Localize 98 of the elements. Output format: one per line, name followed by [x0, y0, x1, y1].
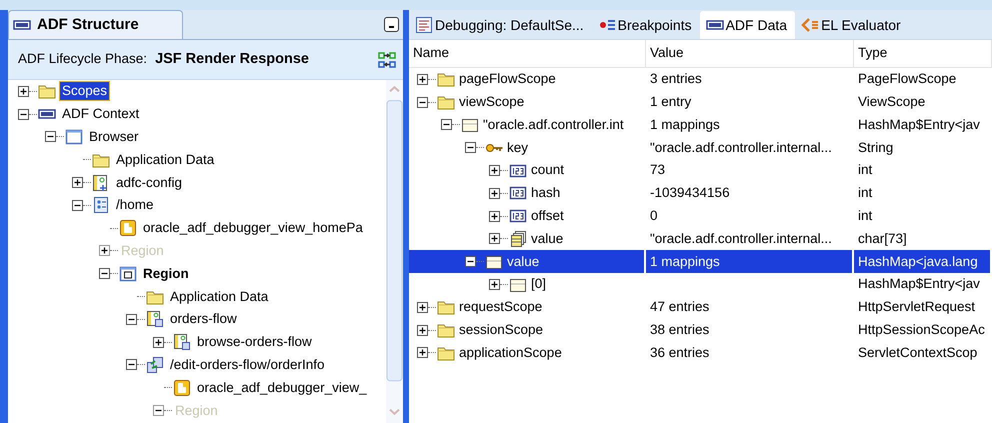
collapse-icon[interactable] — [417, 96, 428, 108]
type-cell-text: ViewScope — [857, 93, 926, 112]
collapse-icon[interactable] — [126, 314, 137, 325]
expand-icon[interactable] — [18, 86, 29, 97]
expand-icon[interactable] — [417, 302, 428, 313]
collapse-icon[interactable] — [465, 142, 476, 154]
column-header[interactable]: Value — [646, 40, 854, 68]
name-text: key — [507, 138, 528, 157]
value-cell-text: -1039434156 — [649, 184, 731, 202]
tree-item[interactable]: /edit-orders-flow/orderInfo — [168, 356, 327, 374]
tree-item[interactable]: Region — [141, 264, 191, 283]
type-cell: HashMap<java.lang — [854, 250, 992, 274]
name-text: requestScope — [459, 298, 542, 316]
name-text: applicationScope — [459, 344, 562, 362]
value-cell-text: 3 entries — [649, 70, 703, 88]
array-icon — [509, 230, 527, 248]
value-cell-text: 0 — [649, 207, 659, 226]
name-text: value — [531, 230, 564, 248]
tree-item[interactable]: browse-orders-flow — [195, 333, 314, 352]
exchange-icon — [146, 356, 164, 374]
type-cell-text: HashMap$Entry<jav — [857, 116, 981, 134]
type-cell-text: String — [857, 138, 894, 157]
collapse-icon[interactable] — [99, 268, 110, 280]
tree-item[interactable]: oracle_adf_debugger_view_homePa — [141, 219, 365, 238]
collapse-icon[interactable] — [18, 108, 29, 120]
type-cell-text: ServletContextScop — [857, 344, 978, 362]
type-cell-text: int — [857, 207, 874, 226]
column-header[interactable]: Type — [854, 40, 992, 68]
value-cell-text: 36 entries — [649, 344, 710, 362]
name-text: [0] — [531, 275, 546, 294]
name-text: viewScope — [459, 93, 524, 112]
chevron-icon — [801, 16, 820, 34]
tree-item[interactable]: Application Data — [114, 150, 216, 169]
value-cell-text: "oracle.adf.controller.internal... — [649, 230, 833, 248]
value-cell-text: "oracle.adf.controller.internal... — [649, 138, 833, 157]
type-cell-text: PageFlowScope — [857, 70, 958, 88]
type-cell-text: int — [857, 184, 874, 202]
value-cell-text: 38 entries — [649, 321, 710, 340]
value-cell: 1 mappings — [646, 250, 854, 274]
value-cell-text: 1 mappings — [649, 116, 721, 134]
tree-item[interactable]: ADF Context — [60, 105, 142, 124]
name-text: sessionScope — [459, 321, 544, 340]
tree-item[interactable]: adfc-config — [114, 174, 184, 192]
diagram-icon — [146, 310, 164, 328]
collapse-icon[interactable] — [441, 119, 452, 130]
phase-label: ADF Lifecycle Phase: — [18, 50, 148, 68]
panel-tab[interactable]: Breakpoints — [592, 11, 700, 39]
collapse-icon[interactable] — [126, 359, 137, 370]
collapse-icon[interactable] — [45, 131, 56, 142]
minimize-button[interactable] — [384, 17, 399, 32]
panel-tab[interactable]: EL Evaluator — [795, 11, 909, 39]
name-text: count — [531, 161, 564, 180]
scrollbar-drawing[interactable] — [386, 80, 403, 423]
expand-icon[interactable] — [417, 347, 428, 358]
window-icon — [65, 128, 83, 146]
panel-tab[interactable]: ADF Data — [700, 11, 796, 39]
type-cell-text: HttpServletRequest — [857, 298, 976, 316]
phase-value: JSF Render Response — [155, 50, 309, 69]
region-icon — [119, 264, 137, 283]
collapse-icon[interactable] — [465, 256, 476, 268]
panel-tab[interactable]: Debugging: DefaultSe... — [409, 11, 592, 39]
tree-item[interactable]: orders-flow — [168, 310, 239, 328]
page-icon — [119, 219, 137, 238]
diagram-icon — [92, 174, 110, 192]
name-text: value — [507, 252, 540, 271]
name-text: pageFlowScope — [459, 70, 556, 88]
name-text: hash — [531, 184, 560, 202]
expand-icon[interactable] — [72, 177, 83, 188]
name-text: "oracle.adf.controller.int — [483, 116, 624, 134]
value-cell-text: 47 entries — [649, 298, 710, 316]
tree-item[interactable]: Scopes — [60, 82, 110, 100]
list-icon — [415, 16, 433, 34]
expand-icon[interactable] — [489, 165, 500, 176]
expand-icon[interactable] — [417, 74, 428, 85]
panel-tab[interactable]: ADF Structure — [8, 10, 183, 39]
expand-icon[interactable] — [489, 210, 500, 222]
page-icon — [173, 378, 191, 397]
type-cell-text: int — [857, 161, 874, 180]
type-cell-text: HttpSessionScopeAc — [857, 321, 986, 340]
column-header[interactable]: Name — [409, 40, 646, 68]
tree-item[interactable]: Application Data — [168, 288, 270, 306]
diagram-icon — [173, 333, 191, 352]
tree-item[interactable]: oracle_adf_debugger_view_ — [195, 378, 369, 397]
expand-icon[interactable] — [489, 279, 500, 290]
collapse-icon[interactable] — [72, 200, 83, 211]
type-cell-text: char[73] — [857, 230, 908, 248]
expand-icon[interactable] — [417, 324, 428, 336]
sync-icon[interactable] — [377, 50, 397, 70]
expand-icon[interactable] — [489, 233, 500, 244]
value-cell-text: 73 — [649, 161, 666, 180]
expand-icon[interactable] — [153, 336, 164, 348]
expand-icon[interactable] — [489, 188, 500, 199]
value-cell-text: 1 entry — [649, 93, 692, 112]
page-icon — [92, 196, 110, 214]
name-text: offset — [531, 207, 564, 226]
type-cell-text: HashMap$Entry<jav — [857, 275, 981, 294]
tree-item[interactable]: /home — [114, 196, 156, 214]
tree-item[interactable]: Browser — [87, 128, 141, 146]
